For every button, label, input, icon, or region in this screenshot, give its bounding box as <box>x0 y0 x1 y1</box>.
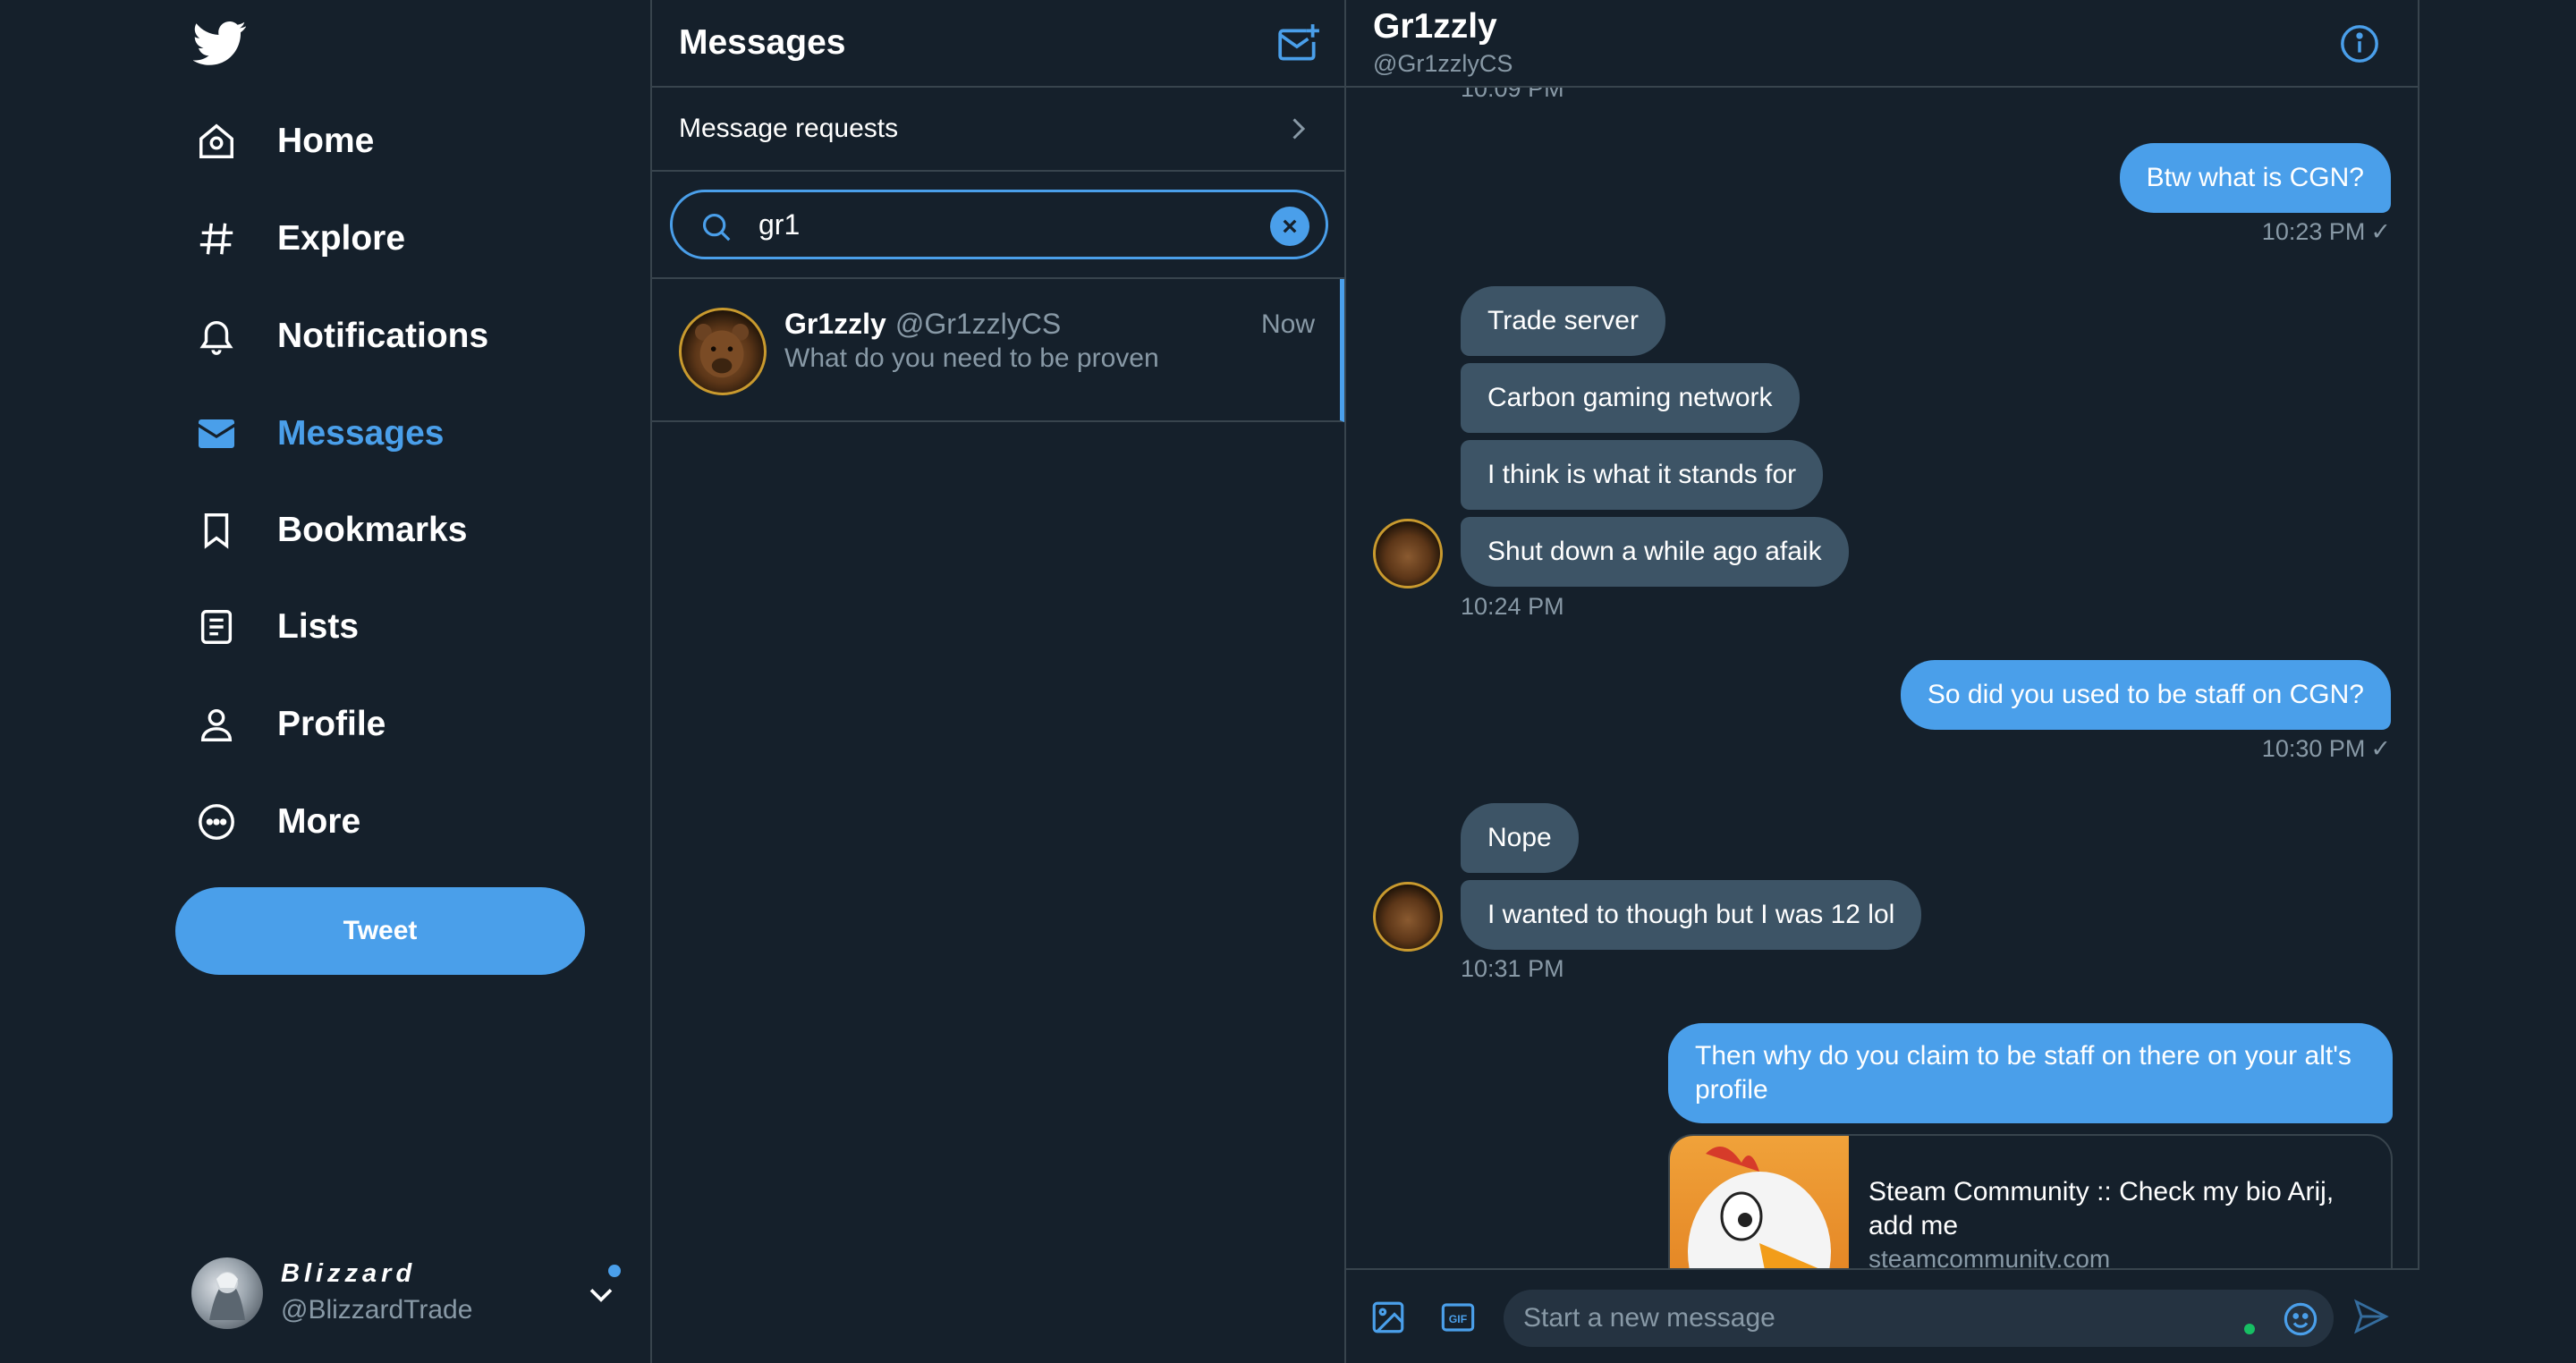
send-icon[interactable] <box>2351 1297 2391 1336</box>
messages-panel: Messages Message requests gr1 Gr1zzly @G… <box>650 0 1346 1363</box>
info-icon[interactable] <box>2339 23 2380 64</box>
message-thread[interactable]: 10:09 PM Btw what is CGN? 10:23 PM ✓ Trad… <box>1346 88 2419 1268</box>
timestamp: 10:30 PM ✓ <box>2262 735 2391 763</box>
conversation-handle: @Gr1zzlyCS <box>894 308 1062 340</box>
envelope-icon <box>193 411 240 457</box>
bookmark-icon <box>193 507 240 554</box>
avatar[interactable] <box>1373 882 1443 952</box>
bell-icon <box>193 313 240 360</box>
chat-title: Gr1zzly <box>1373 7 1497 46</box>
avatar[interactable] <box>1373 519 1443 588</box>
conversation-name: Gr1zzly @Gr1zzlyCS <box>784 308 1061 341</box>
nav-notifications-label: Notifications <box>277 317 489 355</box>
messages-title: Messages <box>679 23 846 62</box>
link-thumbnail <box>1670 1136 1849 1268</box>
search-area <box>652 172 1344 279</box>
clear-search-icon[interactable] <box>1270 207 1309 246</box>
nav-bookmarks[interactable]: Bookmarks <box>184 490 488 571</box>
chat-panel: Gr1zzly @Gr1zzlyCS 10:09 PM Btw what is … <box>1346 0 2419 1363</box>
received-message[interactable]: I wanted to though but I was 12 lol <box>1461 880 1922 950</box>
message-requests-label: Message requests <box>679 114 899 143</box>
twitter-app: Home Explore Notifications Messages Book… <box>0 0 2576 1363</box>
nav-bookmarks-label: Bookmarks <box>277 511 468 549</box>
timestamp: 10:23 PM ✓ <box>2262 218 2391 246</box>
gif-icon[interactable]: GIF <box>1439 1299 1477 1336</box>
conversation-time: Now <box>1260 309 1315 339</box>
nav-notifications[interactable]: Notifications <box>184 296 510 377</box>
status-dot <box>2244 1324 2255 1334</box>
hashtag-icon <box>193 216 240 262</box>
chevron-down-icon[interactable] <box>581 1274 621 1313</box>
chevron-right-icon <box>1282 113 1314 145</box>
nav-home-label: Home <box>277 122 375 160</box>
link-title: Steam Community :: Check my bio Arij, ad… <box>1868 1177 2334 1240</box>
check-icon: ✓ <box>2370 218 2391 245</box>
svg-text:GIF: GIF <box>1449 1313 1468 1325</box>
tweet-button[interactable]: Tweet <box>175 887 585 975</box>
account-handle: @BlizzardTrade <box>281 1295 473 1325</box>
received-message[interactable]: Carbon gaming network <box>1461 363 1800 433</box>
message-requests-row[interactable]: Message requests <box>652 88 1344 172</box>
check-icon: ✓ <box>2370 735 2391 762</box>
nav-more[interactable]: More <box>184 782 382 862</box>
account-name: Blizzard <box>281 1259 417 1288</box>
image-icon[interactable] <box>1369 1299 1407 1336</box>
timestamp: 10:09 PM <box>1461 88 1564 102</box>
message-composer: GIF <box>1346 1268 2419 1363</box>
more-icon <box>193 799 240 845</box>
nav-explore-label: Explore <box>277 219 406 258</box>
link-domain: steamcommunity.com <box>1868 1245 2111 1268</box>
received-message[interactable]: Nope <box>1461 803 1579 873</box>
nav-messages[interactable]: Messages <box>184 394 465 474</box>
timestamp: 10:31 PM <box>1461 955 1564 982</box>
nav-messages-label: Messages <box>277 414 445 453</box>
new-message-icon[interactable] <box>1276 21 1321 66</box>
search-icon <box>699 210 733 244</box>
sent-message[interactable]: Btw what is CGN? <box>2119 143 2391 213</box>
list-icon <box>193 604 240 650</box>
home-icon <box>193 118 240 165</box>
nav-home[interactable]: Home <box>184 101 395 182</box>
chat-header: Gr1zzly @Gr1zzlyCS <box>1346 0 2418 88</box>
avatar <box>191 1257 263 1329</box>
link-preview-card[interactable]: Steam Community :: Check my bio Arij, ad… <box>1668 1134 2393 1268</box>
nav-profile-label: Profile <box>277 705 386 743</box>
conversation-display-name: Gr1zzly <box>784 308 886 340</box>
timestamp-text: 10:30 PM <box>2261 735 2366 762</box>
nav-profile[interactable]: Profile <box>184 684 407 765</box>
conversation-item[interactable]: Gr1zzly @Gr1zzlyCS Now What do you need t… <box>652 279 1344 422</box>
nav-lists[interactable]: Lists <box>184 587 380 667</box>
sent-message[interactable]: So did you used to be staff on CGN? <box>1900 660 2391 730</box>
nav-lists-label: Lists <box>277 607 360 646</box>
timestamp-text: 10:23 PM <box>2261 218 2366 245</box>
emoji-icon[interactable] <box>2282 1300 2319 1338</box>
search-box <box>670 190 1328 259</box>
twitter-logo-icon[interactable] <box>192 16 247 70</box>
right-blank-area <box>2419 0 2576 1363</box>
account-switcher[interactable]: Blizzard @BlizzardTrade <box>191 1252 621 1333</box>
received-message[interactable]: Shut down a while ago afaik <box>1461 517 1849 587</box>
person-icon <box>193 701 240 748</box>
sent-message[interactable]: Then why do you claim to be staff on the… <box>1668 1023 2393 1123</box>
search-input[interactable] <box>758 201 1259 248</box>
conversation-preview: What do you need to be proven <box>784 343 1159 373</box>
received-message[interactable]: I think is what it stands for <box>1461 440 1824 510</box>
left-nav: Home Explore Notifications Messages Book… <box>0 0 650 1363</box>
received-message[interactable]: Trade server <box>1461 286 1665 356</box>
chat-handle: @Gr1zzlyCS <box>1373 50 1513 77</box>
avatar <box>679 308 767 395</box>
nav-explore[interactable]: Explore <box>184 199 427 279</box>
timestamp: 10:24 PM <box>1461 593 1564 620</box>
message-input-box <box>1504 1290 2334 1347</box>
nav-more-label: More <box>277 802 361 841</box>
messages-header: Messages <box>652 0 1344 88</box>
message-input[interactable] <box>1523 1297 2221 1340</box>
